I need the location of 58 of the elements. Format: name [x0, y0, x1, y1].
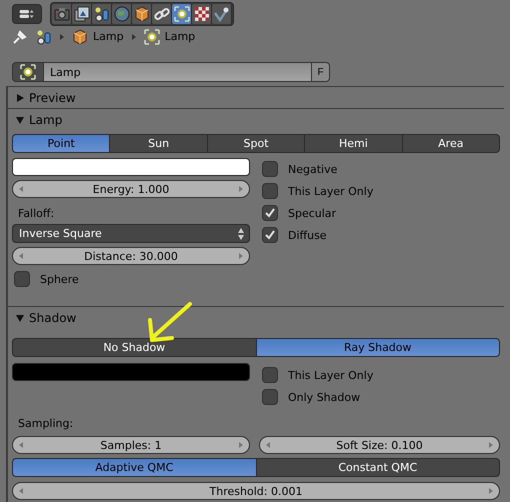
scene-objects-icon — [94, 6, 110, 22]
scene-objects-icon — [36, 28, 52, 44]
lamp-type-tab[interactable]: Hemi — [304, 134, 402, 153]
breadcrumb-label: Lamp — [93, 30, 124, 43]
camera-icon — [54, 7, 70, 21]
shadow-type-tab[interactable]: No Shadow — [12, 338, 256, 357]
lamp-icon — [144, 28, 160, 44]
shadow-type-tab[interactable]: Ray Shadow — [256, 338, 500, 357]
breadcrumb-arrow-icon — [60, 34, 64, 40]
datablock-browse-button[interactable] — [12, 62, 44, 82]
panel-header[interactable]: Lamp — [8, 108, 504, 130]
falloff-label: Falloff: — [17, 206, 54, 220]
color-swatch[interactable] — [12, 158, 250, 176]
checkbox[interactable]: Negative — [262, 160, 374, 178]
sampling-method-tab[interactable]: Constant QMC — [256, 458, 500, 477]
panel-header[interactable]: Preview — [8, 86, 504, 108]
up-down-arrows-icon — [238, 228, 244, 240]
checkbox[interactable]: Sphere — [14, 270, 79, 288]
editor-type-button[interactable] — [12, 4, 42, 24]
check-icon — [264, 229, 276, 241]
context-tab[interactable] — [92, 4, 112, 24]
check-icon — [264, 207, 276, 219]
context-tab[interactable] — [52, 4, 72, 24]
checkbox[interactable]: Only Shadow — [262, 388, 374, 406]
context-tab[interactable] — [192, 4, 212, 24]
checkbox[interactable]: This Layer Only — [262, 182, 374, 200]
sampling-label: Sampling: — [17, 417, 74, 430]
pin-check-icon — [214, 6, 230, 22]
falloff-dropdown[interactable]: Inverse Square — [12, 224, 250, 243]
breadcrumb-label: Lamp — [164, 30, 196, 43]
context-tab[interactable] — [212, 4, 232, 24]
lamp-type-tab[interactable]: Spot — [206, 134, 304, 153]
pin-icon[interactable] — [12, 28, 28, 44]
checker-icon — [194, 7, 208, 21]
datablock-name-field[interactable]: Lamp — [44, 62, 312, 82]
lamp-type-tab[interactable]: Point — [12, 134, 110, 153]
context-tab[interactable] — [152, 4, 172, 24]
image-stack-icon — [74, 6, 90, 22]
context-tab[interactable] — [72, 4, 92, 24]
context-tab[interactable] — [172, 4, 192, 24]
checkbox[interactable]: Diffuse — [262, 226, 374, 244]
cube-icon — [72, 28, 88, 44]
checkbox[interactable]: Specular — [262, 204, 374, 222]
lamp-icon — [174, 6, 190, 22]
fake-user-button[interactable]: F — [312, 62, 330, 82]
sampling-method-tab[interactable]: Adaptive QMC — [12, 458, 256, 477]
panel-header[interactable]: Shadow — [8, 306, 504, 328]
cube-icon — [134, 6, 150, 22]
toggle-icon — [19, 7, 35, 21]
lamp-icon — [20, 64, 36, 80]
context-tab[interactable] — [132, 4, 152, 24]
checkbox[interactable]: This Layer Only — [262, 366, 374, 384]
color-swatch[interactable] — [12, 363, 250, 381]
lamp-type-tab[interactable]: Area — [402, 134, 500, 153]
breadcrumb-arrow-icon — [132, 34, 136, 40]
chain-link-icon — [154, 6, 170, 22]
globe-icon — [114, 6, 130, 22]
lamp-type-tab[interactable]: Sun — [109, 134, 207, 153]
